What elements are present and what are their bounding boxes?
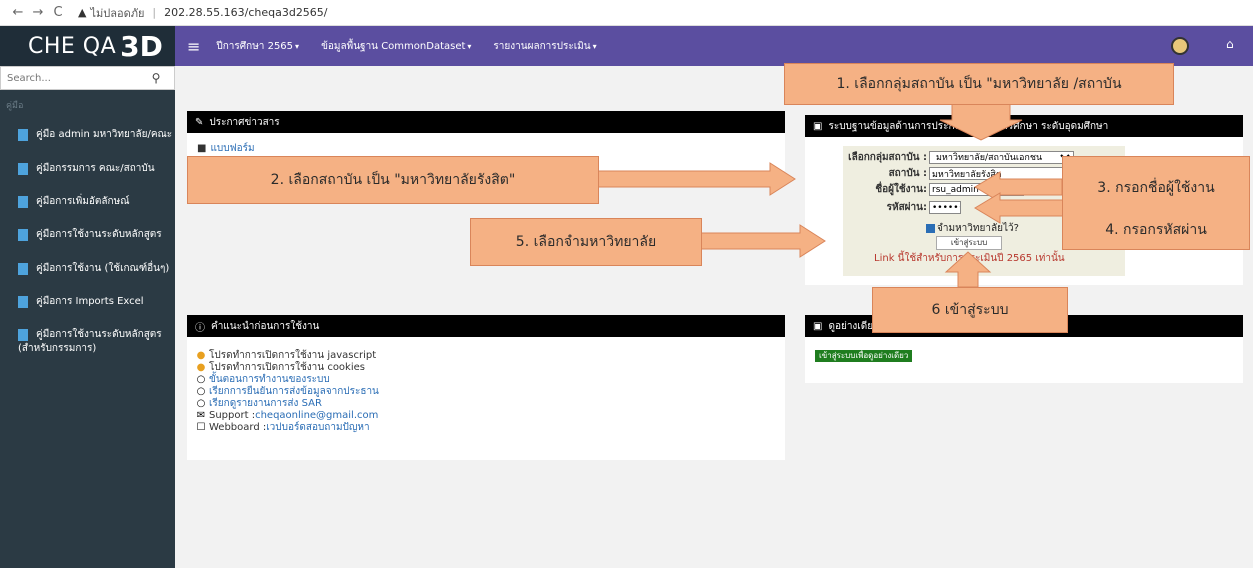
callout-1: 1. เลือกกลุ่มสถาบัน เป็น "มหาวิทยาลัย /ส… xyxy=(784,63,1174,105)
callout-5: 5. เลือกจำมหาวิทยาลัย xyxy=(470,218,702,266)
callout-2-arrow xyxy=(597,162,796,196)
callout-6-arrow xyxy=(944,251,992,288)
callout-6: 6 เข้าสู่ระบบ xyxy=(872,287,1068,333)
callout-3-arrow xyxy=(974,171,1063,203)
callout-4-arrow xyxy=(974,192,1071,224)
callout-3: 3. กรอกชื่อผู้ใช้งาน xyxy=(1062,156,1250,216)
callout-5-arrow xyxy=(699,224,826,258)
callout-2: 2. เลือกสถาบัน เป็น "มหาวิทยาลัยรังสิต" xyxy=(187,156,599,204)
callout-4: 4. กรอกรหัสผ่าน xyxy=(1062,210,1250,250)
callout-1-arrow xyxy=(939,103,1023,141)
